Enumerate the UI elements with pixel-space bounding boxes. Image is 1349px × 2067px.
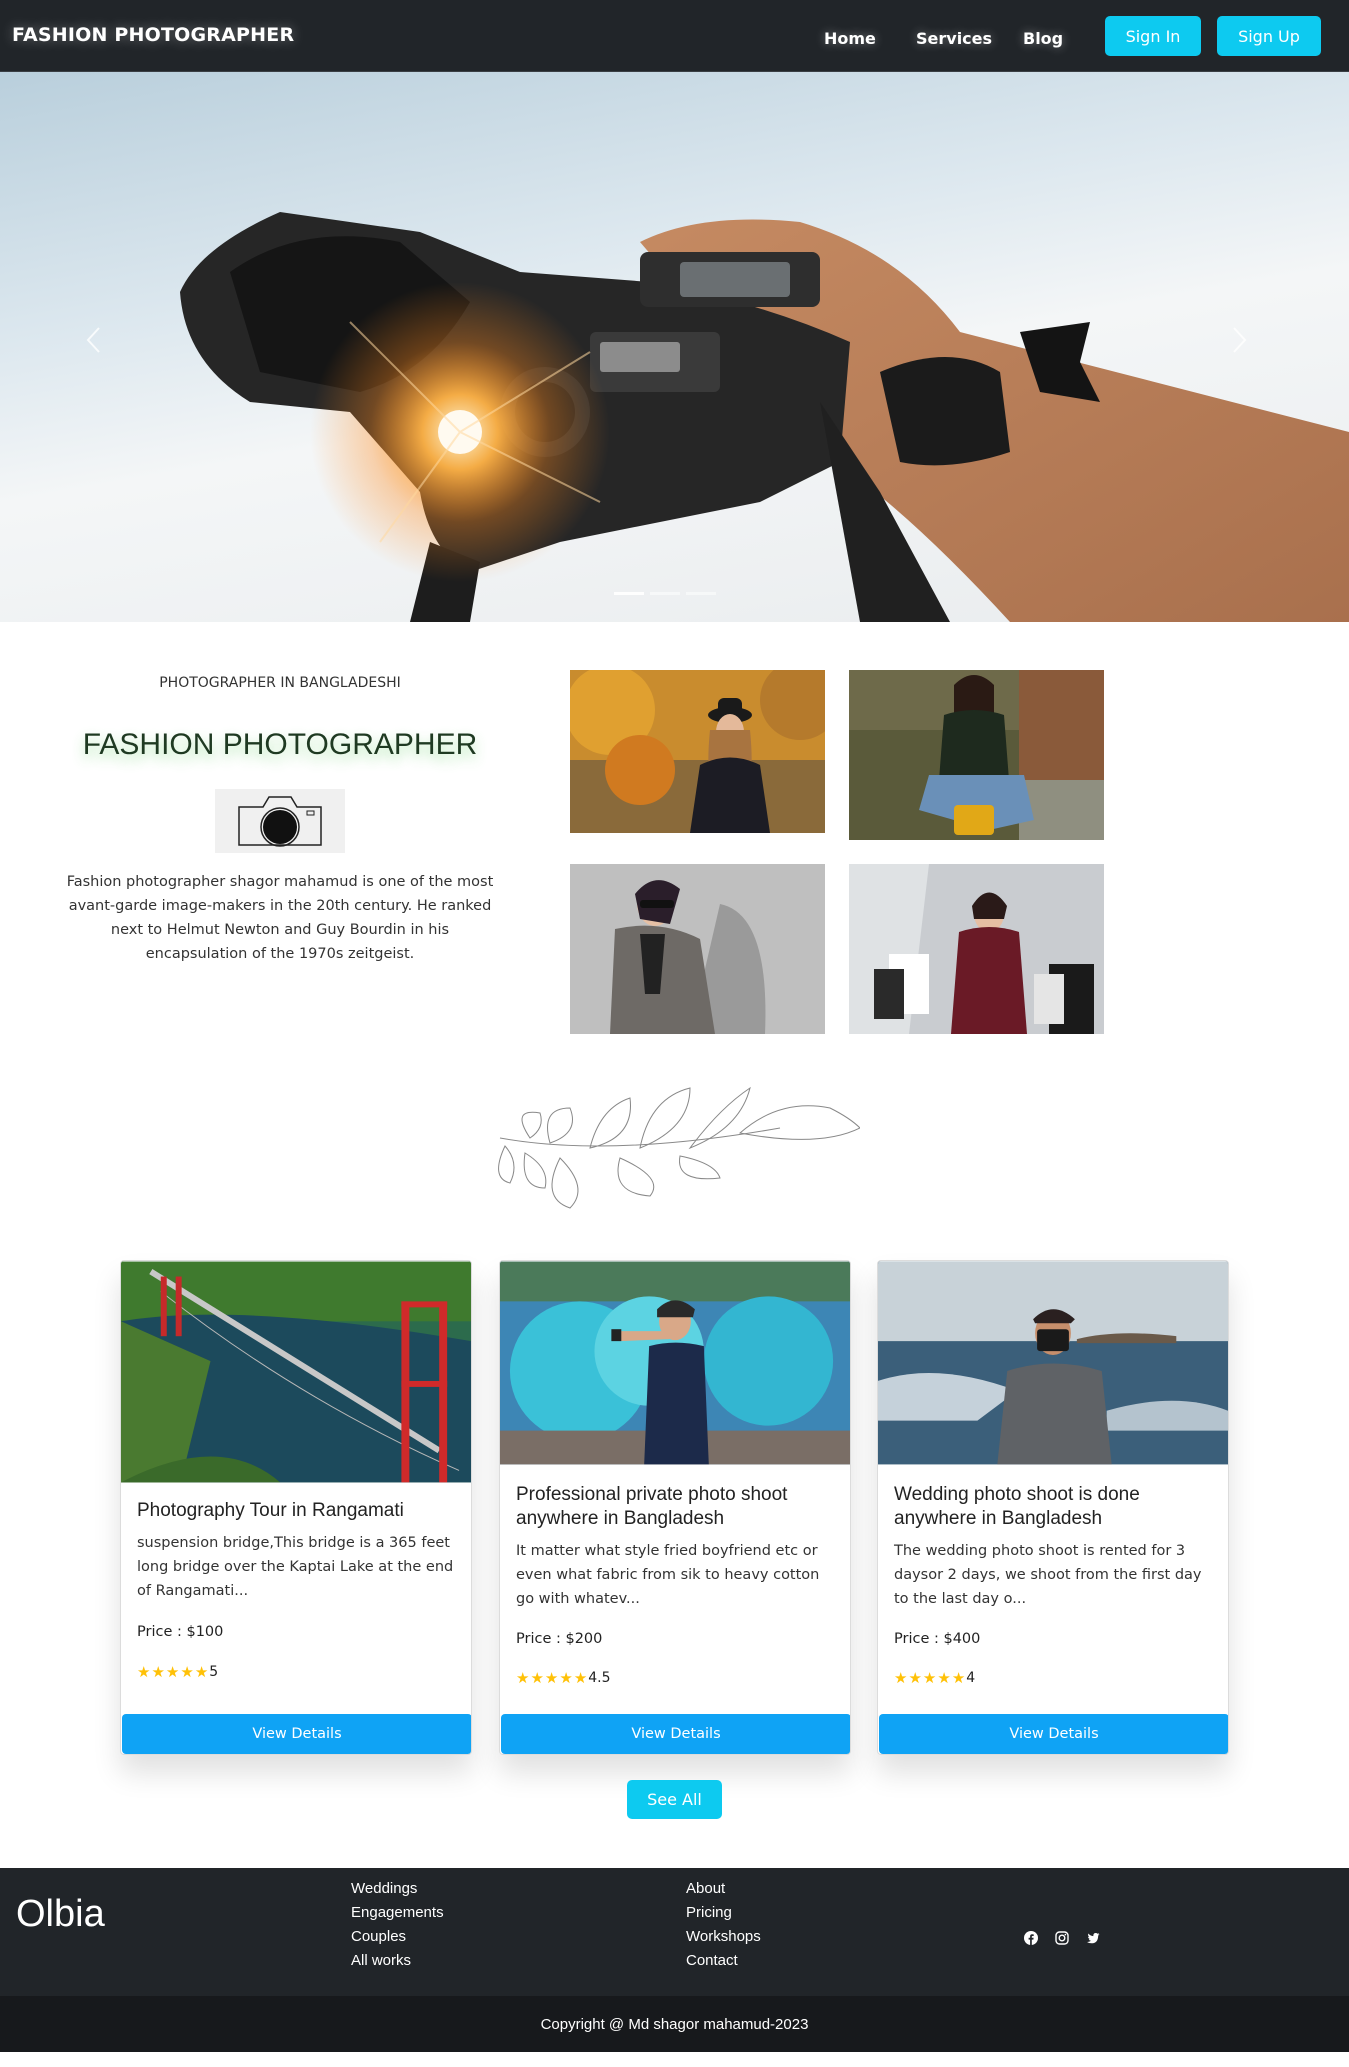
about-text: Fashion photographer shagor mahamud is o… <box>66 874 494 962</box>
card-rating: ★ ★ ★ ★ ★ 4 <box>894 1670 975 1686</box>
card-price: Price : $400 <box>894 1631 981 1647</box>
star-icon: ★ <box>559 1668 573 1687</box>
instagram-icon[interactable] <box>1053 1929 1070 1946</box>
footer-link-couples[interactable]: Couples <box>351 1926 444 1947</box>
footer-link-contact[interactable]: Contact <box>686 1950 761 1971</box>
rating-value: 4 <box>966 1670 976 1686</box>
card-description: suspension bridge,This bridge is a 365 f… <box>137 1535 454 1599</box>
carousel-indicators <box>614 592 716 595</box>
card-title: Photography Tour in Rangamati <box>137 1500 404 1521</box>
nav-blog[interactable]: Blog <box>1023 29 1063 48</box>
card-title: Professional private photo shoot anywher… <box>516 1484 788 1529</box>
nav-home[interactable]: Home <box>824 29 876 48</box>
footer-link-engagements[interactable]: Engagements <box>351 1902 444 1923</box>
star-icon: ★ <box>165 1662 180 1681</box>
social-links <box>1022 1929 1101 1946</box>
brand-logo[interactable]: FASHION PHOTOGRAPHER <box>12 24 294 46</box>
card-rating: ★ ★ ★ ★ ★ 4.5 <box>516 1670 611 1686</box>
view-details-button[interactable]: View Details <box>501 1714 850 1754</box>
star-icon: ★ <box>180 1662 194 1681</box>
rating-value: 5 <box>209 1664 219 1680</box>
card-description: It matter what style fried boyfriend etc… <box>516 1543 820 1607</box>
star-icon: ★ <box>922 1668 937 1687</box>
footer-links-info: About Pricing Workshops Contact <box>686 1878 761 1971</box>
star-icon: ★ <box>951 1668 966 1687</box>
carousel-next-button[interactable] <box>1232 326 1262 366</box>
card-image-smoke <box>500 1261 850 1465</box>
card-rating: ★ ★ ★ ★ ★ 5 <box>137 1664 218 1680</box>
sign-in-button[interactable]: Sign In <box>1105 16 1201 56</box>
see-all-button[interactable]: See All <box>627 1780 722 1819</box>
card-title: Wedding photo shoot is done anywhere in … <box>894 1484 1140 1529</box>
chevron-left-icon <box>86 327 100 353</box>
gallery-image-sitting <box>849 670 1104 840</box>
card-image-bridge <box>121 1261 471 1483</box>
star-icon: ★ <box>894 1668 908 1687</box>
footer: Olbia Weddings Engagements Couples All w… <box>0 1868 1349 1996</box>
gallery-image-autumn <box>570 670 825 833</box>
star-icon: ★ <box>908 1668 922 1687</box>
star-icon: ★ <box>544 1668 559 1687</box>
navbar: FASHION PHOTOGRAPHER Home Services Blog … <box>0 0 1349 72</box>
footer-link-all-works[interactable]: All works <box>351 1950 444 1971</box>
star-icon: ★ <box>573 1668 588 1687</box>
footer-link-pricing[interactable]: Pricing <box>686 1902 761 1923</box>
footer-links-works: Weddings Engagements Couples All works <box>351 1878 444 1971</box>
carousel-indicator[interactable] <box>686 592 716 595</box>
footer-link-weddings[interactable]: Weddings <box>351 1878 444 1899</box>
footer-link-about[interactable]: About <box>686 1878 761 1899</box>
footer-logo: Olbia <box>16 1893 105 1935</box>
leaf-illustration <box>498 1086 860 1209</box>
twitter-icon[interactable] <box>1084 1929 1101 1946</box>
star-icon: ★ <box>516 1668 530 1687</box>
about-kicker: PHOTOGRAPHER IN BANGLADESHI <box>159 675 401 691</box>
card-price: Price : $100 <box>137 1624 224 1640</box>
footer-link-workshops[interactable]: Workshops <box>686 1926 761 1947</box>
facebook-icon[interactable] <box>1022 1929 1039 1946</box>
hero-carousel <box>0 72 1349 622</box>
gallery-image-sunglasses <box>570 864 825 1034</box>
hero-image <box>180 212 1349 622</box>
gallery-image-shopping <box>849 864 1104 1034</box>
copyright: Copyright @ Md shagor mahamud-2023 <box>0 1996 1349 2052</box>
service-card: Photography Tour in Rangamati suspension… <box>120 1260 472 1755</box>
star-icon: ★ <box>151 1662 165 1681</box>
card-description: The wedding photo shoot is rented for 3 … <box>894 1543 1202 1607</box>
card-image-sea <box>878 1261 1228 1465</box>
chevron-right-icon <box>1233 327 1247 353</box>
camera-icon <box>215 789 345 853</box>
view-details-button[interactable]: View Details <box>122 1714 471 1754</box>
star-icon: ★ <box>937 1668 951 1687</box>
service-card: Wedding photo shoot is done anywhere in … <box>877 1260 1229 1755</box>
star-icon: ★ <box>530 1668 544 1687</box>
card-price: Price : $200 <box>516 1631 603 1647</box>
star-icon: ★ <box>137 1662 151 1681</box>
carousel-indicator[interactable] <box>614 592 644 595</box>
nav-services[interactable]: Services <box>916 29 992 48</box>
carousel-indicator[interactable] <box>650 592 680 595</box>
rating-value: 4.5 <box>588 1670 611 1686</box>
sign-up-button[interactable]: Sign Up <box>1217 16 1321 56</box>
service-card: Professional private photo shoot anywher… <box>499 1260 851 1755</box>
view-details-button[interactable]: View Details <box>879 1714 1228 1754</box>
about-title: FASHION PHOTOGRAPHER <box>82 728 478 761</box>
carousel-prev-button[interactable] <box>85 326 115 366</box>
star-icon: ★ <box>194 1662 209 1681</box>
